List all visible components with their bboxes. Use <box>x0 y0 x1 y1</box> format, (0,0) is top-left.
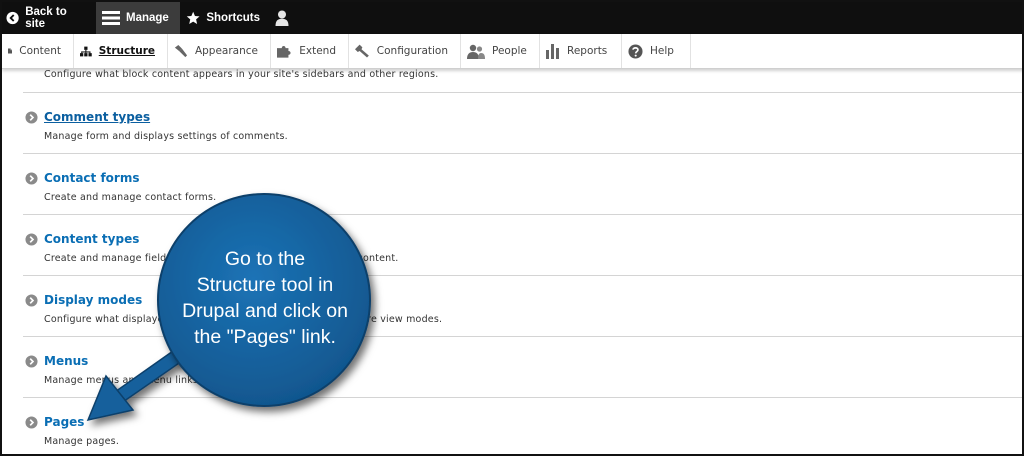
circle-arrow-icon <box>25 172 38 185</box>
help-icon <box>628 43 643 59</box>
user-icon <box>275 10 289 26</box>
tray-item-structure[interactable]: Structure <box>74 34 168 68</box>
tray-item-appearance[interactable]: Appearance <box>168 34 271 68</box>
admin-tray: Content Structure Appearance Extend Conf… <box>2 34 1022 69</box>
comment-types-link[interactable]: Comment types <box>44 110 150 124</box>
callout-line: Structure tool in <box>196 274 334 296</box>
menus-link[interactable]: Menus <box>44 354 88 368</box>
admin-toolbar: Back to site Manage Shortcuts <box>2 2 1022 34</box>
tray-item-reports[interactable]: Reports <box>540 34 622 68</box>
tray-label-help: Help <box>650 45 674 57</box>
callout-line: Drupal and click on <box>182 300 348 322</box>
shortcuts-tab[interactable]: Shortcuts <box>180 2 270 34</box>
list-item-pages: Pages Manage pages. <box>23 398 1022 454</box>
tray-label-content: Content <box>19 45 61 57</box>
tray-label-people: People <box>492 45 527 57</box>
tray-label-configuration: Configuration <box>376 45 448 57</box>
people-icon <box>467 44 485 59</box>
user-tab[interactable] <box>270 2 300 34</box>
appearance-icon <box>174 44 188 57</box>
list-item-description: Manage pages. <box>44 436 120 447</box>
display-modes-link[interactable]: Display modes <box>44 293 142 307</box>
list-item-contact-forms: Contact forms Create and manage contact … <box>23 154 1022 215</box>
circle-arrow-icon <box>25 111 38 124</box>
tray-label-reports: Reports <box>567 45 608 57</box>
list-item-description: Manage menus and menu links. <box>44 375 202 386</box>
extend-icon <box>277 45 291 58</box>
list-item-comment-types: Comment types Manage form and displays s… <box>23 93 1022 154</box>
wrench-icon <box>355 44 369 58</box>
drupal-admin-screenshot: Back to site Manage Shortcuts Content St… <box>0 0 1024 456</box>
circle-arrow-icon <box>25 355 38 368</box>
tray-item-content[interactable]: Content <box>2 34 74 68</box>
callout-text: Go to the Structure tool in Drupal and c… <box>165 246 365 350</box>
content-icon <box>8 48 13 54</box>
tray-item-configuration[interactable]: Configuration <box>349 34 461 68</box>
back-arrow-icon <box>6 11 19 25</box>
callout-line: Go to the <box>224 248 306 270</box>
content-types-link[interactable]: Content types <box>44 232 139 246</box>
manage-tab[interactable]: Manage <box>96 2 180 34</box>
tray-item-people[interactable]: People <box>461 34 540 68</box>
tray-label-appearance: Appearance <box>194 45 258 57</box>
contact-forms-link[interactable]: Contact forms <box>44 171 139 185</box>
list-item-description: Manage form and displays settings of com… <box>44 131 288 142</box>
star-icon <box>186 11 200 24</box>
circle-arrow-icon <box>25 416 38 429</box>
back-to-site-label: Back to site <box>25 6 67 30</box>
back-to-site-link[interactable]: Back to site <box>2 2 96 34</box>
manage-label: Manage <box>126 12 169 24</box>
pages-link[interactable]: Pages <box>44 415 84 429</box>
list-item-partial: Configure what block content appears in … <box>23 69 1022 93</box>
circle-arrow-icon <box>25 294 38 307</box>
list-item-description: Configure what block content appears in … <box>44 69 439 80</box>
tray-item-extend[interactable]: Extend <box>271 34 349 68</box>
reports-icon <box>546 43 559 59</box>
structure-icon <box>80 46 92 56</box>
tray-label-extend: Extend <box>299 45 336 57</box>
tray-item-help[interactable]: Help <box>622 34 691 68</box>
list-item-description: Create and manage contact forms. <box>44 192 217 203</box>
circle-arrow-icon <box>25 233 38 246</box>
shortcuts-label: Shortcuts <box>206 12 260 24</box>
callout-line: the "Pages" link. <box>194 326 336 348</box>
hamburger-icon <box>102 11 120 25</box>
tray-label-structure: Structure <box>98 45 155 57</box>
